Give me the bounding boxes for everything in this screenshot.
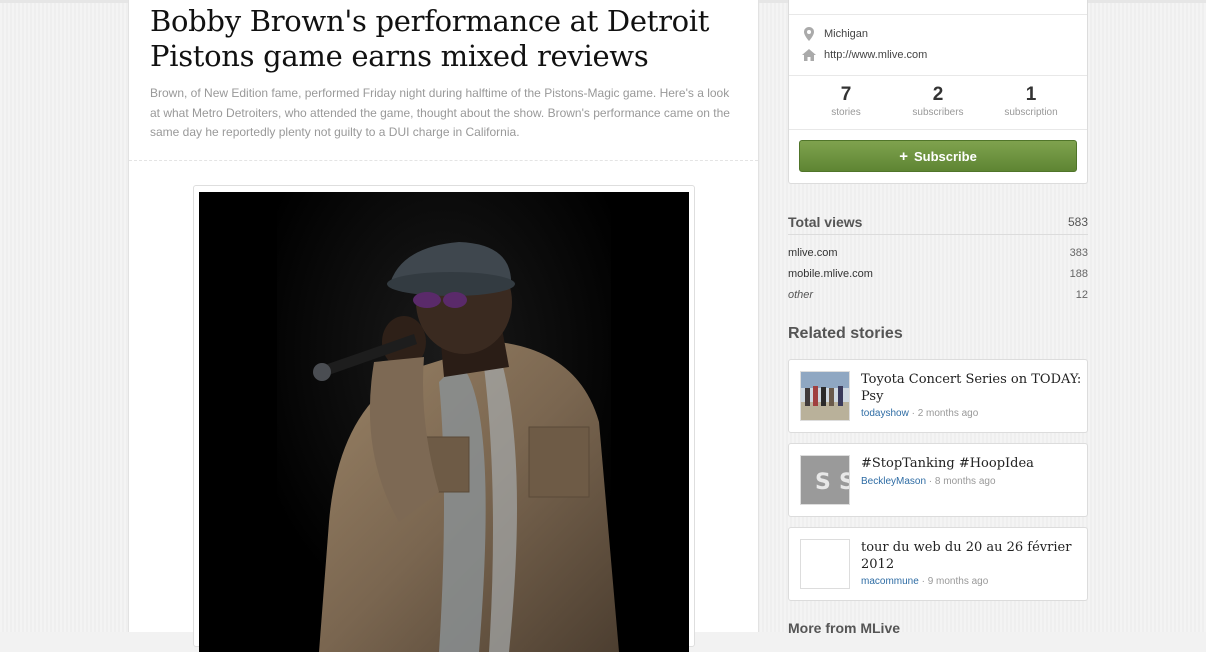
- related-story-card[interactable]: S S #StopTanking #HoopIdea BeckleyMason …: [788, 443, 1088, 517]
- views-source: mobile.mlive.com: [788, 268, 873, 280]
- stat-subscription[interactable]: 1 subscription: [983, 84, 1079, 119]
- more-from-title: More from MLive: [788, 620, 901, 636]
- article-title: Bobby Brown's performance at Detroit Pis…: [150, 4, 710, 73]
- svg-text:S: S: [839, 470, 849, 495]
- story-title[interactable]: #StopTanking #HoopIdea: [861, 455, 1083, 472]
- views-source: other: [788, 289, 814, 301]
- article-divider: [129, 160, 758, 161]
- views-count: 188: [1069, 268, 1088, 280]
- story-title[interactable]: Toyota Concert Series on TODAY: Psy: [861, 371, 1083, 405]
- story-title[interactable]: tour du web du 20 au 26 février 2012: [861, 539, 1083, 573]
- location-row: Michigan: [801, 26, 868, 42]
- story-author[interactable]: macommune: [861, 576, 919, 587]
- story-meta: macommune · 9 months ago: [861, 576, 988, 587]
- story-meta: BeckleyMason · 8 months ago: [861, 476, 996, 487]
- views-row: mlive.com 383: [788, 247, 1088, 263]
- subscribe-label: Subscribe: [913, 148, 977, 164]
- location-text: Michigan: [824, 28, 869, 40]
- svg-text:S: S: [815, 470, 831, 495]
- views-row: other 12: [788, 289, 1088, 305]
- stat-stories[interactable]: 7 stories: [798, 84, 894, 119]
- article-photo[interactable]: [199, 192, 689, 652]
- views-count: 383: [1069, 247, 1088, 259]
- story-thumbnail[interactable]: [800, 539, 850, 589]
- stat-value: 1: [1025, 84, 1037, 105]
- stats-divider: [789, 75, 1087, 76]
- total-views-title: Total views: [788, 214, 863, 230]
- map-pin-icon: [801, 26, 817, 42]
- article-panel: Bobby Brown's performance at Detroit Pis…: [128, 0, 759, 652]
- stat-value: 2: [932, 84, 944, 105]
- story-thumbnail[interactable]: [800, 371, 850, 421]
- stat-label: stories: [831, 107, 861, 118]
- story-meta: todayshow · 2 months ago: [861, 408, 978, 419]
- total-views-header: Total views 583: [788, 214, 1088, 235]
- story-age: · 2 months ago: [908, 408, 979, 419]
- views-source: mlive.com: [788, 247, 838, 259]
- total-views-count: 583: [1067, 215, 1088, 229]
- story-age: · 9 months ago: [918, 576, 989, 587]
- website-row: http://www.mlive.com: [801, 47, 927, 63]
- story-age: · 8 months ago: [926, 476, 996, 487]
- related-stories-title: Related stories: [788, 325, 903, 342]
- story-author[interactable]: todayshow: [861, 408, 909, 419]
- article-description: Brown, of New Edition fame, performed Fr…: [150, 86, 730, 139]
- related-story-card[interactable]: tour du web du 20 au 26 février 2012 mac…: [788, 527, 1088, 601]
- stat-label: subscription: [1004, 107, 1058, 118]
- home-icon: [801, 47, 817, 63]
- profile-card: Michigan http://www.mlive.com 7 stories …: [788, 0, 1088, 184]
- story-thumbnail[interactable]: S S: [800, 455, 850, 505]
- photo-frame: [193, 185, 695, 652]
- subscribe-button[interactable]: + Subscribe: [799, 140, 1077, 172]
- stat-label: subscribers: [912, 107, 964, 118]
- views-row: mobile.mlive.com 188: [788, 268, 1088, 284]
- story-author[interactable]: BeckleyMason: [861, 476, 926, 487]
- views-count: 12: [1075, 289, 1088, 301]
- plus-icon: +: [899, 147, 908, 165]
- stat-value: 7: [840, 84, 852, 105]
- stats-divider-bottom: [789, 129, 1087, 130]
- related-story-card[interactable]: Toyota Concert Series on TODAY: Psy toda…: [788, 359, 1088, 433]
- stat-subscribers[interactable]: 2 subscribers: [890, 84, 986, 119]
- website-link[interactable]: http://www.mlive.com: [824, 49, 927, 61]
- profile-divider: [789, 14, 1087, 15]
- performer-illustration: [199, 192, 689, 652]
